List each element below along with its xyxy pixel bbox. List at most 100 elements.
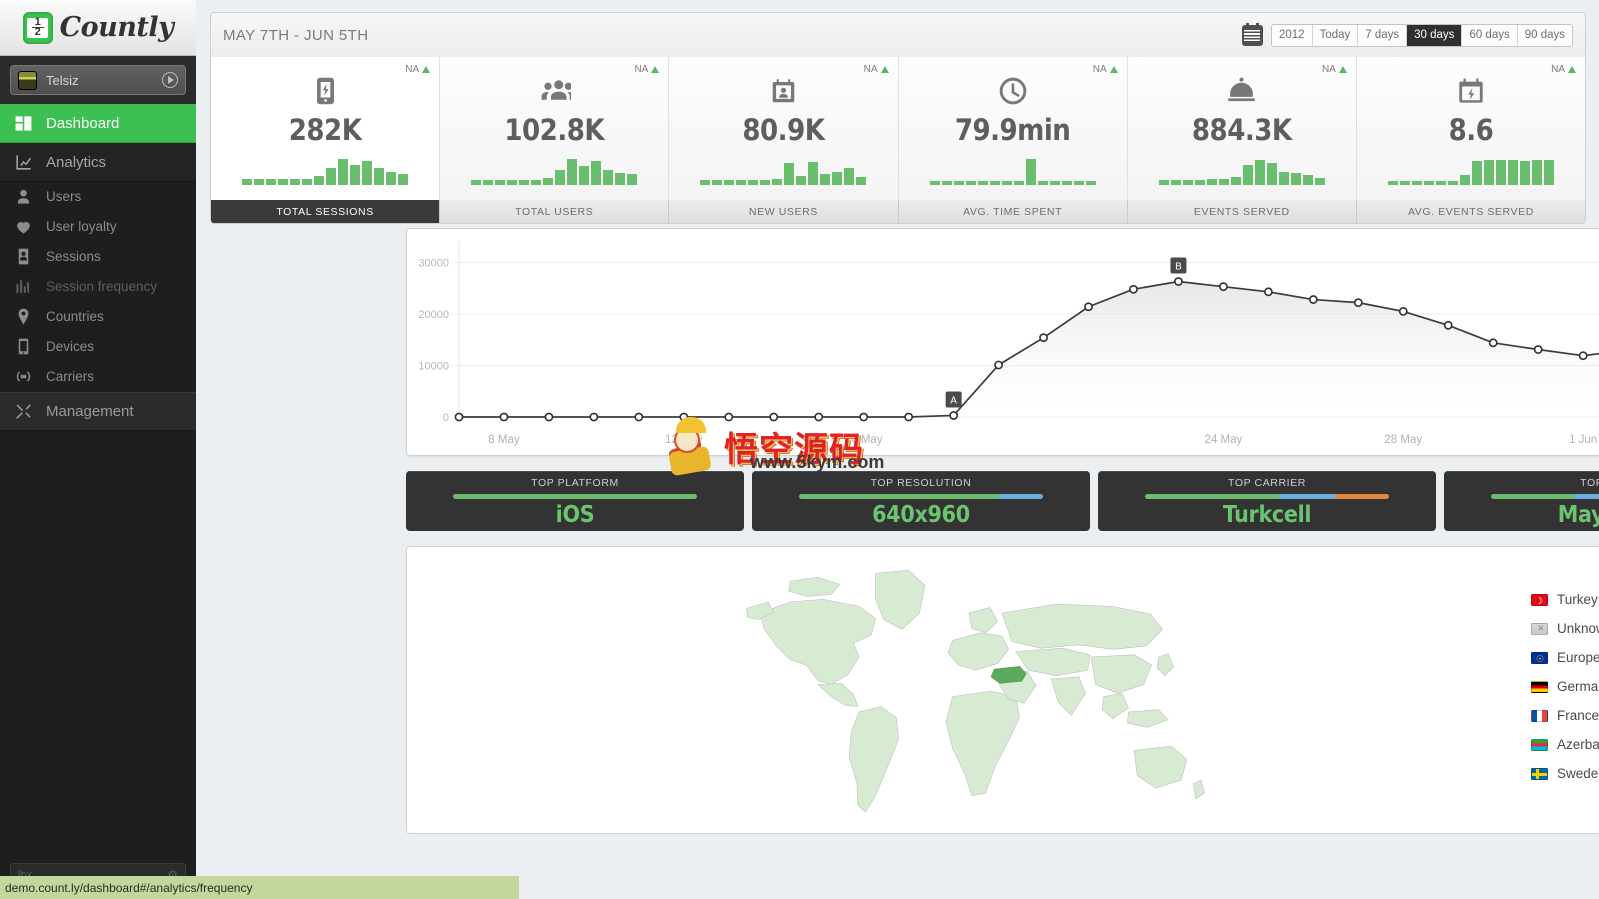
- sidebar-item-session-frequency[interactable]: Session frequency: [0, 272, 196, 302]
- app-thumbnail-icon: [18, 70, 37, 90]
- tab-total-users[interactable]: TOTAL USERS: [440, 200, 670, 223]
- kpi-trend-label: NA: [405, 64, 420, 75]
- flag-icon-az: [1531, 738, 1548, 751]
- map-region: [875, 569, 926, 630]
- sidebar-item-dashboard[interactable]: Dashboard: [0, 104, 196, 143]
- date-range-buttons: 2012 Today 7 days 30 days 60 days 90 days: [1270, 23, 1573, 47]
- topbar: MAY 7TH - JUN 5TH 2012 Today 7 days 30 days…: [210, 12, 1586, 58]
- phone-bolt-icon: [311, 73, 340, 109]
- kpi-trend: NA: [634, 64, 660, 75]
- tile-value: May 22nd: [1557, 502, 1599, 528]
- tile-value: 640x960: [872, 502, 970, 528]
- map-region: [968, 607, 998, 634]
- analytics-chart-icon: [14, 153, 33, 172]
- top-countries-list: ☽Turkey261.3K✕Unknown7.1K☉European Union…: [1531, 547, 1599, 833]
- sidebar-item-label: Session frequency: [46, 279, 158, 294]
- dashboard-icon: [14, 114, 33, 133]
- kpi-trend: NA: [405, 64, 431, 75]
- country-name: France: [1557, 708, 1599, 723]
- sidebar-item-management[interactable]: Management: [0, 392, 196, 431]
- sessions-line-chart[interactable]: 0 10000 20000 30000 8 May 12 May 16 May 24 May 2…: [406, 228, 1599, 456]
- flag-icon-eu: ☉: [1531, 651, 1548, 664]
- kpi-value: 282K: [288, 113, 362, 147]
- map-region: [1101, 692, 1129, 719]
- kpi-trend: NA: [1093, 64, 1118, 75]
- range-button-90-days[interactable]: 90 days: [1517, 24, 1572, 46]
- sidebar-item-sessions[interactable]: Sessions: [0, 242, 196, 272]
- sidebar-item-label: User loyalty: [46, 219, 117, 234]
- kpi-sparkline: [700, 155, 867, 185]
- sidebar-item-label: Sessions: [46, 249, 101, 264]
- svg-text:0: 0: [443, 412, 449, 424]
- date-range-label: MAY 7TH - JUN 5TH: [223, 26, 369, 44]
- kpi-trend-label: NA: [1321, 64, 1336, 75]
- signal-waves-icon: [14, 367, 33, 386]
- countly-dashboard: 12 Countly Telsiz Dashboard Analytics User…: [0, 0, 1599, 899]
- country-row[interactable]: Sweden461: [1531, 759, 1599, 788]
- tools-wrench-icon: [14, 402, 33, 421]
- main-content: MAY 7TH - JUN 5TH 2012 Today 7 days 30 days…: [196, 0, 1599, 899]
- sidebar-item-label: Management: [46, 403, 134, 420]
- kpi-value: 102.8K: [504, 113, 605, 147]
- kpi-sparkline: [471, 155, 638, 185]
- trend-up-icon: [422, 66, 431, 73]
- tile-label: TOP CARRIER: [1228, 477, 1306, 489]
- world-map-panel: ☽Turkey261.3K✕Unknown7.1K☉European Union…: [406, 546, 1599, 834]
- tile-top-resolution[interactable]: TOP RESOLUTION 640x960: [752, 471, 1090, 531]
- kpi-card-events-served[interactable]: NA 884.3K: [1127, 57, 1357, 200]
- tile-top-carrier[interactable]: TOP CARRIER Turkcell: [1098, 471, 1436, 531]
- new-user-card-icon: [770, 73, 797, 109]
- map-region: [1133, 745, 1188, 789]
- range-tools: 2012 Today 7 days 30 days 60 days 90 days: [1241, 23, 1573, 47]
- tab-avg-time-spent[interactable]: AVG. TIME SPENT: [899, 200, 1128, 223]
- play-circle-icon[interactable]: [162, 72, 178, 88]
- summary-tiles: TOP PLATFORM iOS TOP RESOLUTION 640x960 TOP …: [406, 471, 1599, 531]
- svg-text:B: B: [1175, 262, 1182, 273]
- country-row[interactable]: ☉European Union4.2K: [1531, 643, 1599, 672]
- kpi-card-new-users[interactable]: NA 80.9K: [669, 57, 899, 200]
- country-row[interactable]: ☽Turkey261.3K: [1531, 585, 1599, 614]
- sidebar-item-label: Carriers: [46, 369, 95, 384]
- tile-top-platform[interactable]: TOP PLATFORM iOS: [406, 471, 744, 531]
- range-button-2012[interactable]: 2012: [1271, 24, 1313, 46]
- sidebar-item-countries[interactable]: Countries: [0, 302, 196, 332]
- app-selector[interactable]: Telsiz: [10, 65, 186, 95]
- tab-events-served[interactable]: EVENTS SERVED: [1128, 200, 1357, 223]
- sidebar-item-users[interactable]: Users: [0, 182, 196, 212]
- svg-text:20000: 20000: [418, 309, 449, 321]
- range-button-30-days[interactable]: 30 days: [1407, 24, 1463, 46]
- sidebar-item-label: Analytics: [46, 153, 107, 171]
- country-row[interactable]: Azerbaijan461: [1531, 730, 1599, 759]
- country-row[interactable]: France758: [1531, 701, 1599, 730]
- kpi-card-avg-events-served[interactable]: NA 8.6: [1356, 57, 1586, 200]
- tab-avg-events-served[interactable]: AVG. EVENTS SERVED: [1357, 200, 1585, 223]
- kpi-card-avg-time-spent[interactable]: NA 79.9min: [898, 57, 1128, 200]
- kpi-sparkline: [1158, 155, 1325, 185]
- range-button-7-days[interactable]: 7 days: [1358, 24, 1408, 46]
- sidebar-item-analytics[interactable]: Analytics: [0, 143, 196, 182]
- tab-total-sessions[interactable]: TOTAL SESSIONS: [211, 200, 441, 223]
- country-row[interactable]: Germany2.1K: [1531, 672, 1599, 701]
- tile-label: TOP PLATFORM: [531, 477, 619, 489]
- map-region: [945, 690, 1020, 796]
- sidebar-item-devices[interactable]: Devices: [0, 332, 196, 362]
- map-region: [947, 632, 1009, 671]
- map-region: [759, 598, 876, 685]
- sidebar-item-carriers[interactable]: Carriers: [0, 362, 196, 392]
- world-map[interactable]: [407, 547, 1531, 833]
- map-region: [1001, 603, 1163, 650]
- countly-logo-icon: 12: [22, 11, 53, 44]
- sidebar-item-user-loyalty[interactable]: User loyalty: [0, 212, 196, 242]
- calendar-icon[interactable]: [1241, 23, 1263, 46]
- kpi-card-total-sessions[interactable]: NA 282K: [211, 57, 441, 200]
- brand-logo[interactable]: 12 Countly: [0, 0, 196, 56]
- svg-text:10000: 10000: [418, 360, 449, 372]
- country-row[interactable]: ✕Unknown7.1K: [1531, 614, 1599, 643]
- range-button-60-days[interactable]: 60 days: [1462, 24, 1518, 46]
- tab-new-users[interactable]: NEW USERS: [669, 200, 899, 223]
- range-button-today[interactable]: Today: [1312, 24, 1359, 46]
- map-highlight-turkey[interactable]: [990, 666, 1027, 684]
- kpi-cards: NA 282K NA 102.8K NA 80.9K NA 79.9min NA 884.3K NA…: [210, 57, 1586, 200]
- tile-top-users[interactable]: TOP USERS May 22nd: [1444, 471, 1599, 531]
- kpi-card-total-users[interactable]: NA 102.8K: [440, 57, 670, 200]
